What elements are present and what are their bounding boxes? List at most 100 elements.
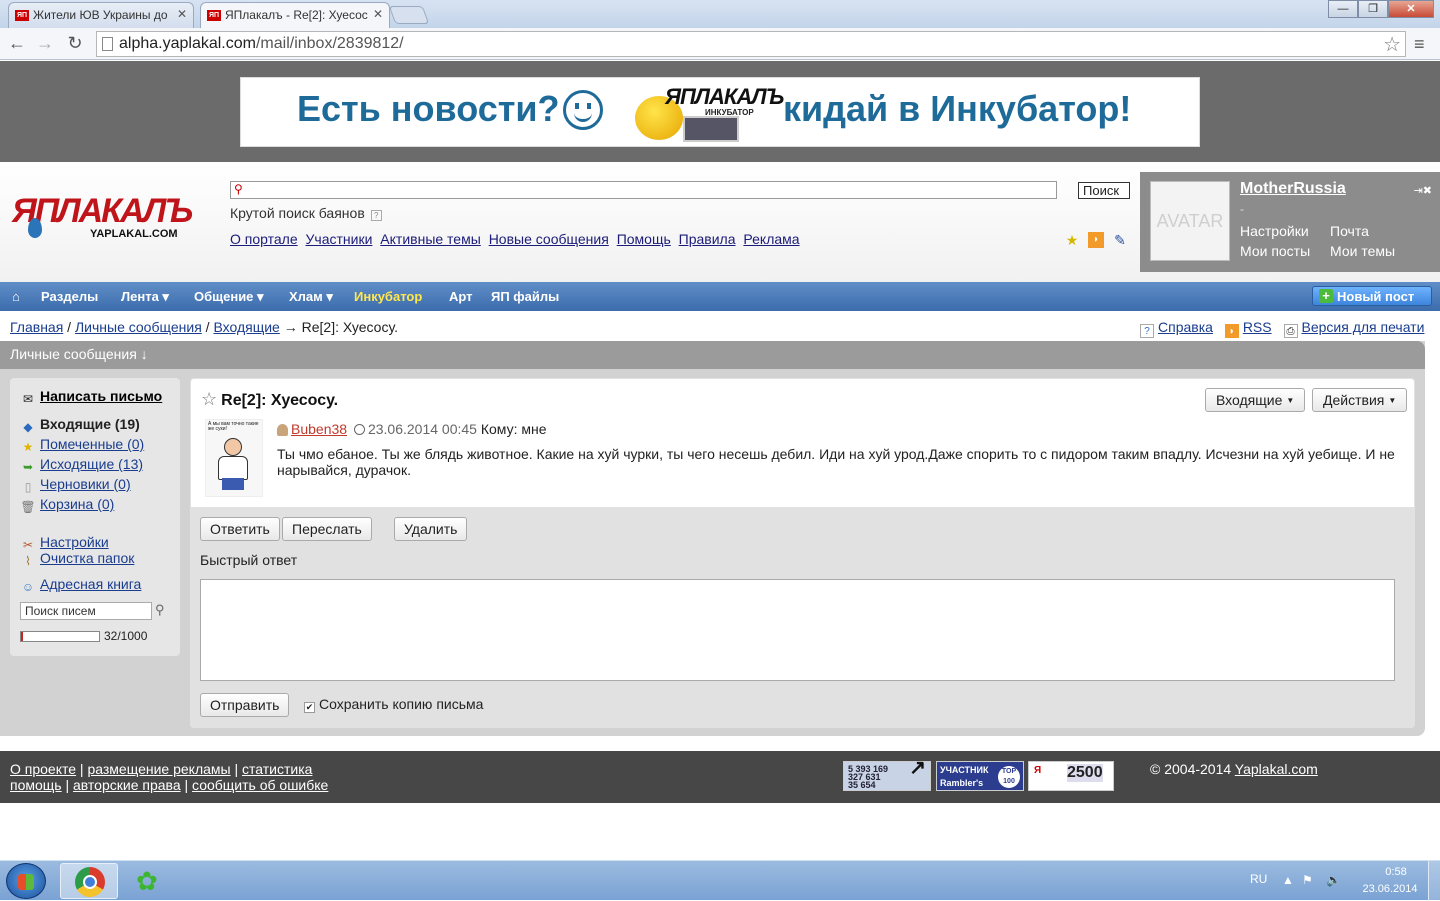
nav-files[interactable]: ЯП файлы [491,289,559,304]
close-tab-icon[interactable]: ✕ [373,7,383,21]
delete-button[interactable]: Удалить [394,517,468,541]
minimize-icon[interactable]: — [1328,0,1358,18]
user-topics-link[interactable]: Мои темы [1330,243,1395,259]
language-indicator[interactable]: RU [1250,872,1267,886]
forward-icon[interactable]: → [34,32,56,54]
rss-icon[interactable]: ◗ [1088,232,1104,248]
help-link[interactable]: Справка [1158,319,1213,335]
user-settings-link[interactable]: Настройки [1240,223,1309,239]
clean-link[interactable]: Очистка папок [40,550,134,566]
site-search-input[interactable]: ⚲ [230,181,1057,199]
folder-drafts-label[interactable]: Черновики (0) [40,476,131,492]
pm-header[interactable]: Личные сообщения ↓ [0,341,1425,369]
copyright-link[interactable]: Yaplakal.com [1235,761,1318,777]
folder-starred[interactable]: ★ Помеченные (0) [20,436,145,454]
author-link[interactable]: Buben38 [291,421,347,437]
folder-drafts[interactable]: ▯ Черновики (0) [20,476,131,494]
start-button[interactable] [6,863,46,899]
nav-sections[interactable]: Разделы [41,289,98,304]
clock-time[interactable]: 0:58 [1374,866,1418,878]
pencil-icon[interactable]: ✎ [1112,232,1128,248]
search-icon[interactable]: ⚲ [155,602,165,618]
rambler-counter[interactable]: УЧАСТНИК Rambler's TOP 100 [936,761,1024,791]
link-about[interactable]: О портале [230,231,298,247]
save-copy-checkbox[interactable]: ✔ [304,702,315,713]
breadcrumb-inbox[interactable]: Входящие [213,319,279,335]
star-outline-icon[interactable]: ☆ [201,389,217,409]
save-copy-option[interactable]: ✔ Сохранить копию письма [304,696,483,713]
address-bar[interactable]: alpha.yaplakal.com/mail/inbox/2839812/ ☆ [96,31,1406,57]
quick-reply-textarea[interactable] [200,579,1395,681]
action-center-icon[interactable]: ⚑ [1302,873,1313,887]
compose-link[interactable]: Написать письмо [40,388,162,404]
nav-feed[interactable]: Лента ▾ [121,289,169,305]
mail-search-input[interactable]: Поиск писем [20,602,152,620]
logout-icon[interactable]: ⇥✖ [1414,184,1432,197]
footer-ads[interactable]: размещение рекламы [87,761,230,777]
link-active-topics[interactable]: Активные темы [380,231,481,247]
sender-avatar[interactable]: А мы вам точно такие же суки! [205,419,263,497]
folder-trash[interactable]: 🗑 Корзина (0) [20,496,114,514]
browser-tab-active[interactable]: ЯП ЯПлакалъ - Re[2]: Хуесос ✕ [200,2,390,28]
nav-junk[interactable]: Хлам ▾ [289,289,333,305]
folder-sent[interactable]: ➥ Исходящие (13) [20,456,143,474]
site-logo[interactable]: ЯПЛАКАЛЪ YAPLAKAL.COM [12,192,212,244]
search-button[interactable]: Поиск [1078,182,1130,199]
link-ads[interactable]: Реклама [743,231,799,247]
browser-tab[interactable]: ЯП Жители ЮВ Украины до ✕ [8,2,194,28]
addressbook-item[interactable]: ☺ Адресная книга [20,576,141,594]
clean-item[interactable]: ⌇ Очистка папок [20,550,134,568]
incubator-banner[interactable]: Есть новости? ЯПЛАКАЛЪ ИНКУБАТОР кидай в… [240,77,1200,147]
back-icon[interactable]: ← [6,32,28,54]
folder-starred-label[interactable]: Помеченные (0) [40,436,144,452]
maximize-icon[interactable]: ❐ [1358,0,1388,18]
folder-inbox[interactable]: ◆ Входящие (19) [20,416,139,434]
user-posts-link[interactable]: Мои посты [1240,243,1310,259]
link-help[interactable]: Помощь [617,231,671,247]
forward-button[interactable]: Переслать [282,517,372,541]
help-icon[interactable]: ? [370,210,382,221]
avatar[interactable]: AVATAR [1150,181,1230,261]
volume-icon[interactable]: 🔈 [1326,873,1341,887]
nav-incubator[interactable]: Инкубатор [354,289,422,304]
settings-link[interactable]: Настройки [40,534,109,550]
bookmark-star-icon[interactable]: ☆ [1383,32,1401,57]
link-members[interactable]: Участники [306,231,373,247]
send-button[interactable]: Отправить [200,693,290,717]
footer-help[interactable]: помощь [10,777,62,793]
close-tab-icon[interactable]: ✕ [177,7,187,21]
compose-item[interactable]: ✉ Написать письмо [20,388,162,406]
browser-menu-icon[interactable]: ≡ [1414,34,1425,55]
nav-social[interactable]: Общение ▾ [194,289,264,305]
move-to-dropdown[interactable]: Входящие ▼ [1205,388,1306,412]
breadcrumb-pm[interactable]: Личные сообщения [75,319,202,335]
link-rules[interactable]: Правила [679,231,736,247]
link-new-messages[interactable]: Новые сообщения [489,231,609,247]
show-desktop-button[interactable] [1428,861,1440,901]
actions-dropdown[interactable]: Действия ▼ [1312,388,1408,412]
username-link[interactable]: MotherRussia [1240,180,1346,198]
liveinternet-counter[interactable]: 5 393 169 327 631 35 654 ↗ [843,758,931,791]
footer-stats[interactable]: статистика [242,761,312,777]
addressbook-link[interactable]: Адресная книга [40,576,141,592]
reload-icon[interactable]: ↻ [64,32,86,54]
folder-trash-label[interactable]: Корзина (0) [40,496,114,512]
new-tab-button[interactable] [388,6,430,24]
rss-link[interactable]: RSS [1243,319,1272,335]
star-icon[interactable]: ★ [1064,232,1080,248]
taskbar-chrome[interactable] [60,863,118,899]
breadcrumb-home[interactable]: Главная [10,319,63,335]
clock-date[interactable]: 23.06.2014 [1360,883,1420,895]
footer-about[interactable]: О проекте [10,761,76,777]
footer-copyright[interactable]: авторские права [73,777,181,793]
footer-report[interactable]: сообщить об ошибке [192,777,328,793]
user-mail-link[interactable]: Почта [1330,223,1369,239]
new-post-button[interactable]: + Новый пост [1312,286,1432,306]
taskbar-icq[interactable]: ✿ [122,863,180,899]
reply-button[interactable]: Ответить [200,517,280,541]
nav-art[interactable]: Арт [449,289,473,304]
home-icon[interactable]: ⌂ [12,289,20,304]
window-close-icon[interactable]: ✕ [1388,0,1434,18]
folder-sent-label[interactable]: Исходящие (13) [40,456,143,472]
tray-expand-icon[interactable]: ▲ [1282,873,1294,887]
